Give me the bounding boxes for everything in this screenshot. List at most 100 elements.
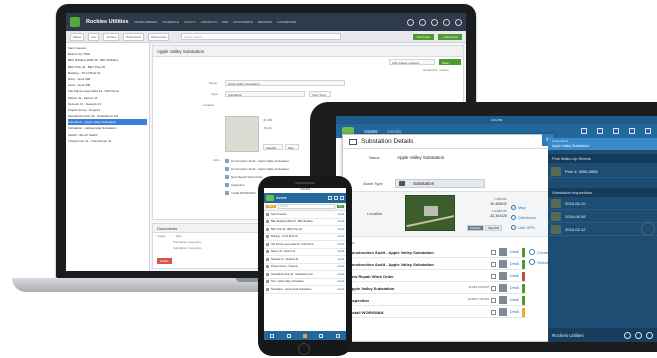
satellite-button[interactable]: Satellite: [263, 144, 283, 150]
detail-link[interactable]: Detail: [510, 298, 519, 302]
type-field[interactable]: Substation: [225, 91, 305, 97]
job-row[interactable]: Inspection 1/14/16 7:00 AM Detail: [347, 295, 527, 306]
quick-search-input[interactable]: Quick Search: [181, 33, 342, 40]
grid-icon[interactable]: [629, 128, 635, 134]
detail-link[interactable]: Detail: [510, 262, 519, 266]
fav-button[interactable]: Fav: [88, 32, 100, 41]
job-row[interactable]: Inspection: [225, 182, 245, 188]
detail-link[interactable]: Detail: [510, 250, 519, 254]
map-icon[interactable]: [319, 333, 324, 338]
map-icon[interactable]: [334, 196, 338, 200]
sync-icon[interactable]: [646, 331, 653, 339]
help-icon[interactable]: [419, 18, 426, 26]
nav-assets[interactable]: ASSETS: [184, 20, 196, 24]
nav-dashboard[interactable]: DASHBOARD: [277, 20, 296, 24]
find-near-button[interactable]: Find Near: [412, 33, 435, 40]
add-related-instance-button[interactable]: Add related instance: [389, 59, 435, 65]
nav-reports[interactable]: REPORTS: [258, 20, 272, 24]
list-item[interactable]: Substations Poly 44 - Substations Pol Det…: [264, 271, 346, 279]
list-item[interactable]: Project Group - Projects Detail: [264, 264, 346, 271]
detail-link[interactable]: Detail: [510, 274, 519, 278]
bulk-action-button[interactable]: Bulk Action: [123, 32, 145, 41]
list-item[interactable]: Saint Houston Detail: [264, 211, 346, 219]
nav-map[interactable]: MAP: [222, 20, 229, 24]
selected-asset[interactable]: Asset Name Apple Valley Substation: [548, 138, 657, 150]
job-row[interactable]: Install WORKMAN: [225, 190, 256, 196]
gps-icon: [511, 225, 516, 230]
user-icon[interactable]: [455, 18, 462, 26]
job-row[interactable]: Install WORKMAN Detail: [347, 307, 527, 318]
search-input[interactable]: Search: [278, 204, 335, 209]
satellite-button[interactable]: Satellite: [467, 225, 484, 231]
list-item[interactable]: Sub - Apple Valley Substation Detail: [264, 279, 346, 286]
job-row[interactable]: Construction Audit - Apple Valley Substa…: [347, 259, 527, 270]
list-icon[interactable]: [286, 333, 291, 338]
job-row[interactable]: New Repair Work Order: [225, 174, 263, 180]
settings-icon[interactable]: [407, 18, 414, 26]
name-field[interactable]: Apple Valley Substation: [225, 80, 345, 86]
tree-node[interactable]: Transformer 41 - Transformer 41: [68, 138, 147, 144]
list-item[interactable]: Pole #: 3086-0888: [548, 166, 657, 178]
select-button[interactable]: Select: [70, 32, 85, 41]
settings-icon[interactable]: [340, 196, 344, 200]
calendar-icon[interactable]: [613, 128, 619, 134]
list-item[interactable]: ICE Parcel Layer Data 43 - ICE Parcel Det…: [264, 241, 346, 249]
job-row[interactable]: Construction Audit - Apple Valley Substa…: [225, 166, 289, 172]
map-link[interactable]: Map: [511, 205, 526, 210]
tab-assets[interactable]: Assets: [364, 129, 378, 134]
go-button[interactable]: Go: [336, 205, 344, 208]
nav-schedule[interactable]: SCHEDULE: [163, 20, 179, 24]
phone-toolbar: Menu Search Go: [264, 203, 346, 211]
job-row[interactable]: Apple Valley Substation 4/4/16 9:00 PM D…: [347, 283, 527, 294]
detail-link[interactable]: Detail: [510, 310, 519, 314]
app-logo-icon[interactable]: [70, 17, 80, 27]
list-item[interactable]: BEC Building 2806-49 - BEC Building Detai…: [264, 219, 346, 226]
map-diff-button[interactable]: Map/Diff: [485, 225, 503, 231]
select-job-button[interactable]: Select: [529, 259, 548, 265]
phone-nav-title[interactable]: Assets: [276, 196, 287, 200]
create-job-button[interactable]: Create: [529, 249, 549, 255]
list-item[interactable]: 2016-06-06: [548, 211, 657, 223]
map-icon[interactable]: [597, 128, 603, 134]
settings-icon[interactable]: [645, 128, 651, 134]
job-row[interactable]: Construction Audit - Apple Valley Substa…: [347, 247, 527, 258]
list-item[interactable]: Network 41 - Network 41 Detail: [264, 256, 346, 264]
detail-link[interactable]: Detail: [510, 286, 519, 290]
app-logo-icon[interactable]: [266, 195, 274, 201]
add-icon[interactable]: [635, 331, 642, 339]
nav-work-orders[interactable]: WORK ORDERS: [135, 20, 158, 24]
documents-button[interactable]: Documents: [148, 32, 170, 41]
add-asset-button[interactable]: + Add Asset: [438, 33, 462, 40]
nav-contacts[interactable]: CONTACTS: [201, 20, 217, 24]
view-type-button[interactable]: View Type: [309, 91, 331, 97]
menu-button[interactable]: Menu: [266, 205, 277, 208]
save-button[interactable]: Save: [439, 59, 461, 65]
list-icon[interactable]: [328, 196, 332, 200]
tab-details[interactable]: Details: [388, 129, 402, 134]
archive-button[interactable]: Archive: [103, 32, 120, 41]
job-row[interactable]: New Repair Work Order Detail: [347, 271, 527, 282]
job-row[interactable]: Construction Audit - Apple Valley Substa…: [225, 158, 289, 164]
list-icon[interactable]: [581, 128, 587, 134]
list-item[interactable]: BEC Pole 46 - BEC Pole 46 Detail: [264, 226, 346, 234]
nav-documents[interactable]: DOCUMENTS: [234, 20, 253, 24]
list-item[interactable]: Meters 41 - Meters 41 Detail: [264, 249, 346, 256]
map-button[interactable]: Map: [285, 144, 299, 150]
list-item[interactable]: Building - TG-N Bnds 91 Detail: [264, 234, 346, 241]
home-icon[interactable]: [270, 333, 275, 338]
list-item[interactable]: Substation - Jacksonvale Substation Detai…: [264, 286, 346, 294]
plus-icon: [529, 249, 535, 255]
directions-link[interactable]: Directions: [511, 215, 536, 220]
asset-type-field[interactable]: Substation: [395, 179, 485, 188]
delete-button[interactable]: Delete: [157, 258, 172, 264]
list-item[interactable]: 2016-06-10: [548, 198, 657, 210]
add-icon[interactable]: [302, 333, 307, 338]
use-gps-link[interactable]: Use GPS: [511, 225, 535, 230]
location-map[interactable]: [225, 116, 259, 152]
search-icon[interactable]: [443, 18, 450, 26]
notifications-icon[interactable]: [431, 18, 438, 26]
location-map[interactable]: [405, 195, 455, 231]
info-icon[interactable]: [624, 331, 631, 339]
user-icon[interactable]: [335, 333, 340, 338]
name-value[interactable]: Apple Valley Substation: [397, 155, 444, 160]
